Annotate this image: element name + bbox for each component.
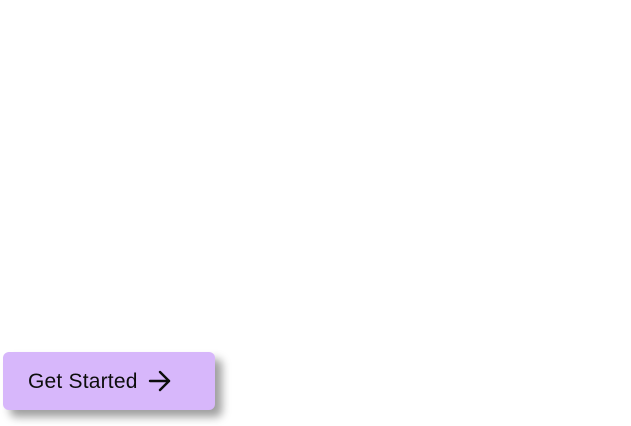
page: Get Started xyxy=(0,0,631,426)
arrow-right-icon xyxy=(147,368,173,394)
get-started-label: Get Started xyxy=(28,369,138,393)
get-started-button[interactable]: Get Started xyxy=(3,352,215,410)
